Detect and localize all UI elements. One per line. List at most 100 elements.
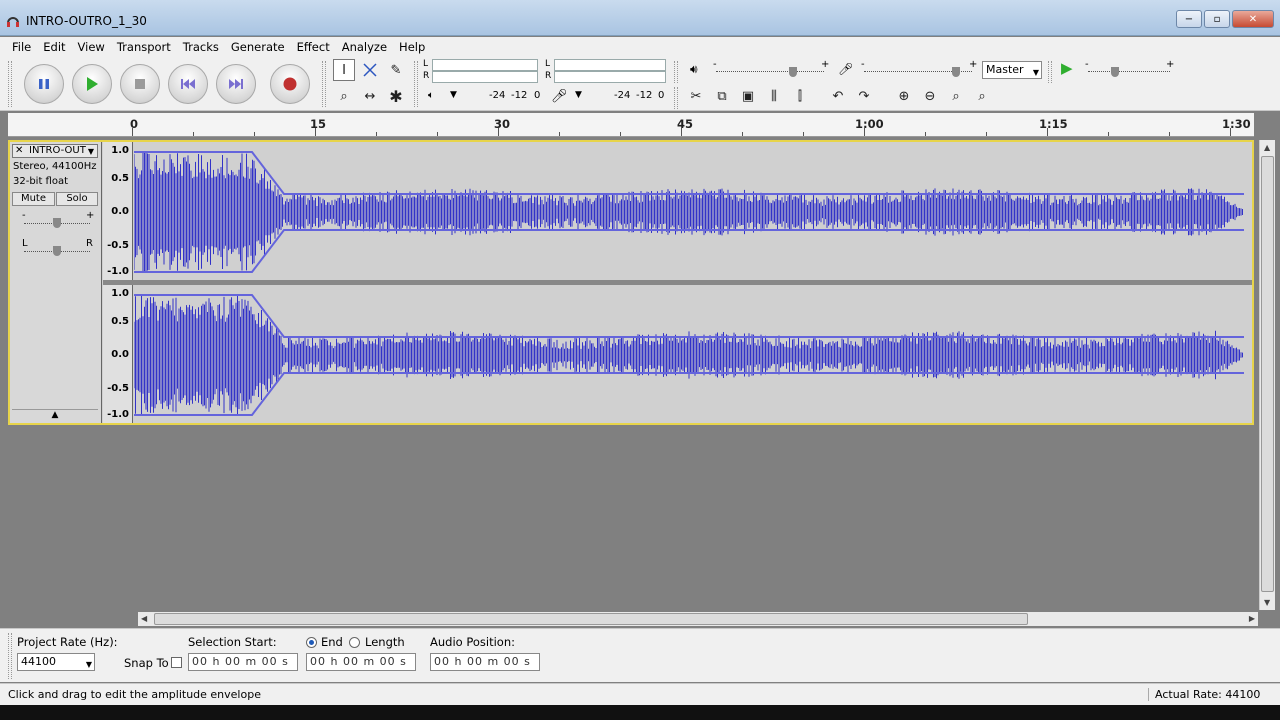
stop-button[interactable] xyxy=(120,64,160,104)
gain-minus-label: - xyxy=(22,210,26,221)
pause-button[interactable] xyxy=(24,64,64,104)
zoom-out-icon: ⊖ xyxy=(924,88,936,104)
toolbar-grip[interactable] xyxy=(1048,61,1052,83)
toolbar-grip[interactable] xyxy=(8,633,12,679)
scroll-up-icon[interactable]: ▲ xyxy=(1264,143,1270,152)
project-rate-select[interactable]: 44100 ▼ xyxy=(17,653,95,671)
close-track-icon[interactable]: ✕ xyxy=(15,145,23,157)
menu-edit[interactable]: Edit xyxy=(37,40,71,54)
selection-start-field[interactable]: 00 h 00 m 00 s xyxy=(188,653,298,671)
timeline-ruler[interactable]: 0 15 30 45 1:00 1:15 1:30 xyxy=(8,113,1254,137)
record-icon xyxy=(283,77,297,91)
input-volume-slider[interactable] xyxy=(952,67,960,77)
rec-meter-dropdown[interactable]: ▼ xyxy=(575,90,582,100)
menu-analyze[interactable]: Analyze xyxy=(336,40,393,54)
mute-button[interactable]: Mute xyxy=(12,192,55,206)
track-name-menu[interactable]: ✕ INTRO-OUT ▼ xyxy=(12,144,98,158)
skip-start-button[interactable] xyxy=(168,64,208,104)
track-control-panel: ✕ INTRO-OUT ▼ Stereo, 44100Hz 32-bit flo… xyxy=(10,142,102,423)
toolbar-grip[interactable] xyxy=(414,61,418,107)
record-button[interactable] xyxy=(270,64,310,104)
timeshift-tool-button[interactable]: ↔ xyxy=(359,85,381,107)
play-meter-right[interactable] xyxy=(432,71,538,83)
waveform[interactable] xyxy=(133,142,1252,423)
undo-button[interactable]: ↶ xyxy=(827,85,849,107)
fit-project-button[interactable]: ⌕ xyxy=(971,85,993,107)
waveform-display[interactable] xyxy=(133,142,1252,423)
ruler-label: 1:15 xyxy=(1039,117,1068,131)
toolbar-grip[interactable] xyxy=(674,61,678,83)
scale-label: -1.0 xyxy=(107,409,129,420)
play-meter-dropdown[interactable]: ▼ xyxy=(450,90,457,100)
selection-tool-button[interactable]: I xyxy=(333,59,355,81)
paste-icon: ▣ xyxy=(741,88,755,104)
close-button[interactable]: ✕ xyxy=(1232,10,1274,28)
scroll-right-icon[interactable]: ▶ xyxy=(1249,614,1255,623)
menu-tracks[interactable]: Tracks xyxy=(177,40,225,54)
snap-to-checkbox[interactable] xyxy=(171,657,182,668)
horizontal-scrollbar[interactable]: ◀ ▶ xyxy=(138,612,1258,626)
maximize-button[interactable]: ▫ xyxy=(1204,10,1230,28)
menu-view[interactable]: View xyxy=(72,40,111,54)
length-radio[interactable] xyxy=(349,637,360,648)
play-button[interactable] xyxy=(72,64,112,104)
menu-effect[interactable]: Effect xyxy=(291,40,336,54)
zoom-in-button[interactable]: ⊕ xyxy=(893,85,915,107)
fit-selection-button[interactable]: ⌕ xyxy=(945,85,967,107)
collapse-track-button[interactable]: ▲ xyxy=(12,409,98,421)
scroll-down-icon[interactable]: ▼ xyxy=(1264,598,1270,607)
cut-button[interactable]: ✂ xyxy=(685,85,707,107)
menu-file[interactable]: File xyxy=(6,40,37,54)
output-volume-icon: 🔊︎ xyxy=(690,62,698,76)
envelope-tool-button[interactable] xyxy=(359,59,381,81)
vertical-scrollbar[interactable]: ▲ ▼ xyxy=(1259,140,1275,610)
output-volume-minus: - xyxy=(713,59,717,70)
output-volume-slider[interactable] xyxy=(789,67,797,77)
play-meter-left[interactable] xyxy=(432,59,538,71)
horizontal-scroll-thumb[interactable] xyxy=(154,613,1028,625)
pan-slider[interactable] xyxy=(53,246,61,256)
draw-tool-button[interactable]: ✎ xyxy=(385,59,407,81)
paste-button[interactable]: ▣ xyxy=(737,85,759,107)
copy-button[interactable]: ⧉ xyxy=(711,85,733,107)
menu-generate[interactable]: Generate xyxy=(225,40,291,54)
rec-meter-left[interactable] xyxy=(554,59,666,71)
menu-help[interactable]: Help xyxy=(393,40,431,54)
scroll-left-icon[interactable]: ◀ xyxy=(141,614,147,623)
empty-track-area[interactable] xyxy=(8,427,1258,610)
end-radio[interactable] xyxy=(306,637,317,648)
toolbar-grip[interactable] xyxy=(674,87,678,109)
audio-track[interactable]: ✕ INTRO-OUT ▼ Stereo, 44100Hz 32-bit flo… xyxy=(8,140,1254,425)
scale-label: 0.5 xyxy=(111,173,129,184)
chevron-down-icon: ▼ xyxy=(1032,68,1039,77)
solo-button[interactable]: Solo xyxy=(56,192,98,206)
speed-track[interactable] xyxy=(1088,71,1170,72)
zoom-out-button[interactable]: ⊖ xyxy=(919,85,941,107)
output-volume-track[interactable] xyxy=(716,71,824,72)
vertical-scroll-thumb[interactable] xyxy=(1261,156,1274,592)
input-source-select[interactable]: Master ▼ xyxy=(982,61,1042,79)
trim-button[interactable]: ⫼ xyxy=(763,85,785,107)
gain-slider[interactable] xyxy=(53,218,61,228)
selection-end-field[interactable]: 00 h 00 m 00 s xyxy=(306,653,416,671)
ibeam-icon: I xyxy=(342,62,346,78)
ruler-label: 30 xyxy=(494,117,511,131)
speed-slider[interactable] xyxy=(1111,67,1119,77)
input-volume-minus: - xyxy=(861,59,865,70)
play-at-speed-button[interactable]: ▶ xyxy=(1061,59,1073,77)
redo-button[interactable]: ↷ xyxy=(853,85,875,107)
silence-button[interactable]: ⫿ xyxy=(789,85,811,107)
pause-icon xyxy=(39,79,49,89)
pencil-icon: ✎ xyxy=(390,62,402,78)
zoom-tool-button[interactable]: ⌕ xyxy=(333,85,355,107)
audio-position-field[interactable]: 00 h 00 m 00 s xyxy=(430,653,540,671)
menu-transport[interactable]: Transport xyxy=(111,40,177,54)
minimize-button[interactable]: − xyxy=(1176,10,1202,28)
toolbar-grip[interactable] xyxy=(8,61,12,107)
project-rate-label: Project Rate (Hz): xyxy=(17,635,118,649)
rec-meter-right[interactable] xyxy=(554,71,666,83)
toolbar-grip[interactable] xyxy=(322,61,326,107)
fit-project-icon: ⌕ xyxy=(978,88,986,104)
multi-tool-button[interactable]: ✱ xyxy=(385,85,407,107)
skip-end-button[interactable] xyxy=(216,64,256,104)
